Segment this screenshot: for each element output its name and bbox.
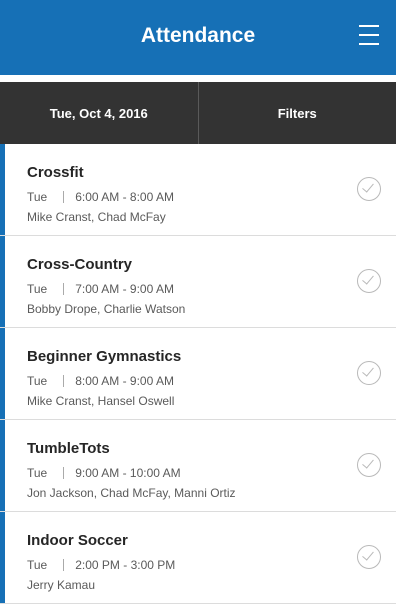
menu-bar <box>359 34 379 36</box>
checkmark-circle-icon[interactable] <box>357 361 381 385</box>
class-name: TumbleTots <box>27 440 110 457</box>
class-list-item[interactable]: Beginner Gymnastics Tue 8:00 AM - 9:00 A… <box>0 328 396 420</box>
schedule-divider <box>63 191 64 203</box>
class-schedule: Tue 7:00 AM - 9:00 AM <box>27 282 174 296</box>
schedule-divider <box>63 375 64 387</box>
schedule-divider <box>63 559 64 571</box>
schedule-divider <box>63 467 64 479</box>
class-day: Tue <box>27 190 47 204</box>
class-time: 7:00 AM - 9:00 AM <box>75 282 174 296</box>
class-schedule: Tue 9:00 AM - 10:00 AM <box>27 466 181 480</box>
class-schedule: Tue 6:00 AM - 8:00 AM <box>27 190 174 204</box>
class-name: Crossfit <box>27 164 84 181</box>
menu-bar <box>359 25 379 27</box>
checkmark-circle-icon[interactable] <box>357 545 381 569</box>
class-list-item[interactable]: TumbleTots Tue 9:00 AM - 10:00 AM Jon Ja… <box>0 420 396 512</box>
toolbar: Tue, Oct 4, 2016 Filters <box>0 82 396 144</box>
item-accent-bar <box>0 420 5 511</box>
filters-button[interactable]: Filters <box>199 82 396 144</box>
checkmark-circle-icon[interactable] <box>357 269 381 293</box>
class-time: 2:00 PM - 3:00 PM <box>75 558 175 572</box>
class-coaches: Jerry Kamau <box>27 578 95 592</box>
class-time: 8:00 AM - 9:00 AM <box>75 374 174 388</box>
class-list-item[interactable]: Cross-Country Tue 7:00 AM - 9:00 AM Bobb… <box>0 236 396 328</box>
class-coaches: Mike Cranst, Chad McFay <box>27 210 166 224</box>
item-accent-bar <box>0 512 5 603</box>
class-list-item[interactable]: Indoor Soccer Tue 2:00 PM - 3:00 PM Jerr… <box>0 512 396 604</box>
checkmark-circle-icon[interactable] <box>357 453 381 477</box>
class-name: Cross-Country <box>27 256 132 273</box>
class-day: Tue <box>27 558 47 572</box>
class-schedule: Tue 8:00 AM - 9:00 AM <box>27 374 174 388</box>
class-day: Tue <box>27 466 47 480</box>
class-time: 9:00 AM - 10:00 AM <box>75 466 180 480</box>
date-selector-button[interactable]: Tue, Oct 4, 2016 <box>0 82 198 144</box>
class-time: 6:00 AM - 8:00 AM <box>75 190 174 204</box>
page-title: Attendance <box>141 24 255 48</box>
class-coaches: Bobby Drope, Charlie Watson <box>27 302 185 316</box>
class-schedule: Tue 2:00 PM - 3:00 PM <box>27 558 175 572</box>
class-name: Beginner Gymnastics <box>27 348 181 365</box>
item-accent-bar <box>0 328 5 419</box>
class-day: Tue <box>27 374 47 388</box>
class-coaches: Mike Cranst, Hansel Oswell <box>27 394 174 408</box>
class-day: Tue <box>27 282 47 296</box>
menu-bar <box>359 43 379 45</box>
app-header: Attendance <box>0 0 396 75</box>
class-name: Indoor Soccer <box>27 532 128 549</box>
checkmark-circle-icon[interactable] <box>357 177 381 201</box>
schedule-divider <box>63 283 64 295</box>
hamburger-menu-icon[interactable] <box>359 25 379 45</box>
class-list-item[interactable]: Crossfit Tue 6:00 AM - 8:00 AM Mike Cran… <box>0 144 396 236</box>
header-gap <box>0 75 396 82</box>
class-list: Crossfit Tue 6:00 AM - 8:00 AM Mike Cran… <box>0 144 396 604</box>
class-coaches: Jon Jackson, Chad McFay, Manni Ortiz <box>27 486 236 500</box>
item-accent-bar <box>0 144 5 235</box>
item-accent-bar <box>0 236 5 327</box>
